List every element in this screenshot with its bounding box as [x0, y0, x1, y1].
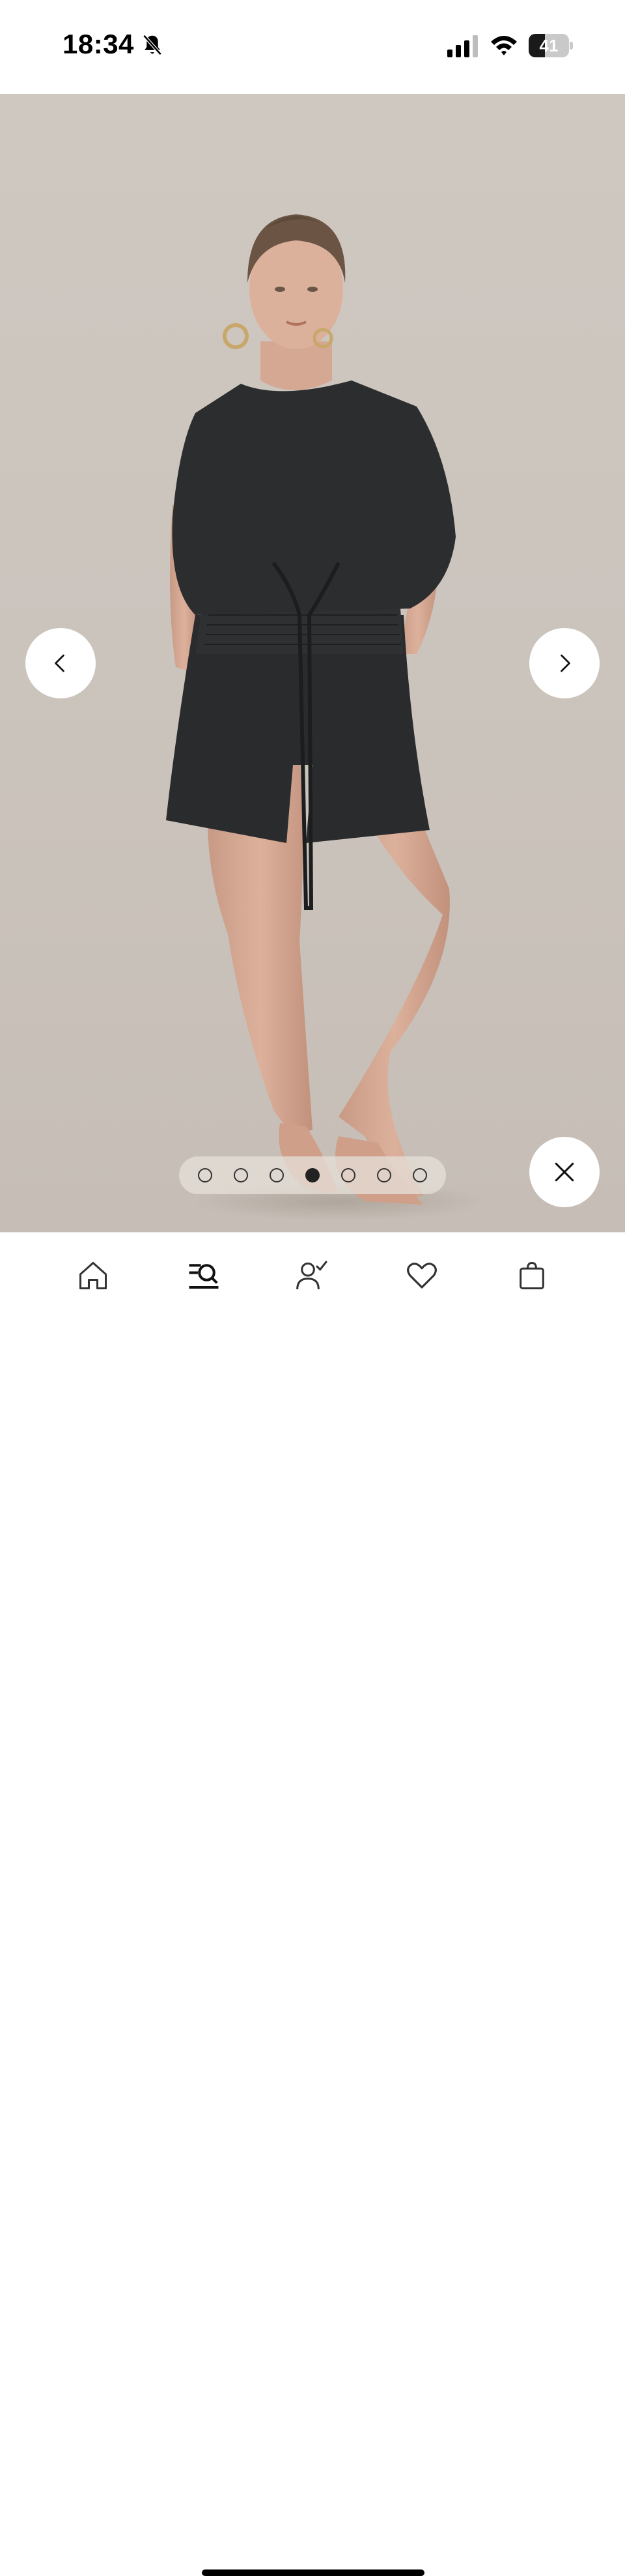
status-bar: 18:34 41 [0, 0, 625, 94]
heart-icon [407, 1263, 437, 1289]
pagination-dot[interactable] [269, 1168, 284, 1182]
shopping-bag-icon [520, 1261, 544, 1290]
home-icon [79, 1261, 107, 1290]
home-indicator [202, 2569, 424, 2576]
search-menu-icon [189, 1264, 219, 1289]
image-pagination [179, 1156, 446, 1194]
pagination-dot[interactable] [197, 1168, 212, 1182]
status-time: 18:34 [62, 29, 134, 59]
bell-slash-icon [143, 35, 162, 55]
pagination-dot[interactable] [341, 1168, 356, 1182]
product-gallery[interactable] [0, 94, 625, 1232]
close-button[interactable] [529, 1137, 600, 1207]
pagination-dot-active[interactable] [305, 1168, 320, 1182]
account-icon [296, 1261, 327, 1290]
tab-bag[interactable] [512, 1256, 551, 1295]
tab-home[interactable] [74, 1256, 113, 1295]
pagination-dot[interactable] [233, 1168, 248, 1182]
tab-search[interactable] [184, 1256, 223, 1295]
battery-icon: 41 [529, 34, 573, 57]
battery-level: 41 [539, 36, 559, 55]
chevron-left-icon [55, 654, 64, 672]
tab-account[interactable] [293, 1256, 332, 1295]
next-image-button[interactable] [529, 628, 600, 698]
chevron-right-icon [561, 654, 570, 672]
wifi-icon [491, 36, 517, 55]
tab-wishlist[interactable] [402, 1256, 441, 1295]
pagination-dot[interactable] [413, 1168, 428, 1182]
pagination-dot[interactable] [377, 1168, 392, 1182]
previous-image-button[interactable] [25, 628, 96, 698]
close-icon [555, 1162, 574, 1182]
tab-bar [0, 1232, 625, 2576]
signal-icon [447, 35, 478, 57]
